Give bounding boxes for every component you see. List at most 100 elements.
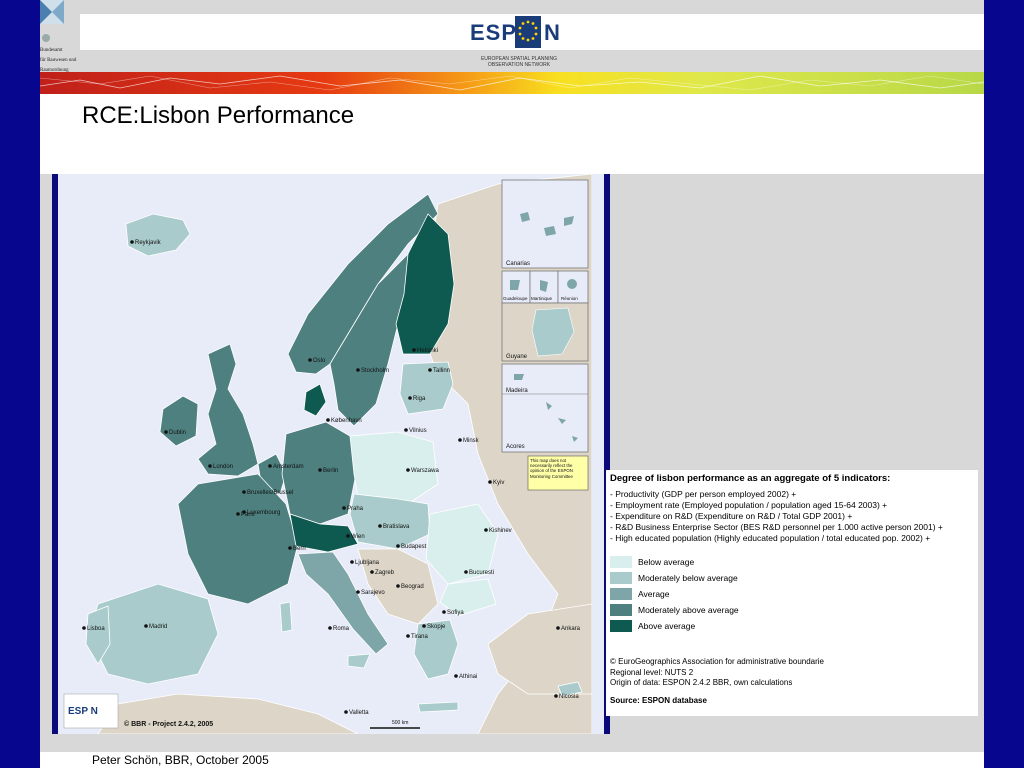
city-marker: København (326, 418, 362, 424)
legend-label-average: Average (638, 589, 670, 599)
legend-label-moderately-below: Moderately below average (638, 573, 738, 583)
map-disclaimer: This map does not necessarily reflect th… (527, 455, 589, 491)
disclaimer-text: This map does not necessarily reflect th… (530, 458, 573, 479)
legend-indicator: - Employment rate (Employed population /… (610, 500, 888, 510)
inset-guyane: Guyane (501, 302, 589, 362)
city-dot (342, 506, 346, 510)
city-label: Roma (333, 626, 350, 632)
city-dot (356, 368, 360, 372)
city-marker: Bucuresti (464, 570, 494, 576)
city-dot (144, 624, 148, 628)
city-marker: Helsinki (412, 348, 438, 354)
city-dot (488, 480, 492, 484)
city-dot (356, 590, 360, 594)
legend-indicator: - Productivity (GDP per person employed … (610, 489, 797, 499)
inset-label-madeira: Madeira (506, 388, 528, 394)
city-label: Kishinev (489, 528, 512, 534)
europe-map-svg: Canarias Guadeloupe Martinique Réunion G… (58, 174, 593, 734)
inset-label-acores: Acores (506, 444, 525, 450)
city-dot (556, 626, 560, 630)
map-logo-text: ESP N (68, 706, 98, 717)
city-dot (346, 534, 350, 538)
city-marker: Reykjavik (130, 240, 162, 246)
city-dot (408, 396, 412, 400)
city-label: Zagreb (375, 570, 395, 576)
city-dot (326, 418, 330, 422)
city-dot (318, 468, 322, 472)
city-label: Praha (347, 506, 364, 512)
city-label: København (331, 418, 362, 424)
city-label: Vilnius (409, 428, 427, 434)
city-label: Helsinki (417, 348, 438, 354)
city-label: Minsk (463, 438, 480, 444)
city-label: Lisboa (87, 626, 105, 632)
city-dot (422, 624, 426, 628)
city-label: Berlin (323, 468, 338, 474)
city-label: Sarajevo (361, 590, 385, 596)
city-label: Tallinn (433, 368, 450, 374)
bbr-name-line: für Bauwesen und (40, 58, 77, 63)
city-label: Budapest (401, 544, 427, 550)
city-label: Skopje (427, 624, 446, 630)
legend-swatch-moderately-below (610, 572, 632, 584)
city-dot (404, 428, 408, 432)
city-marker: Budapest (396, 544, 427, 550)
espon-subtitle-line: OBSERVATION NETWORK (487, 62, 551, 68)
city-dot (242, 510, 246, 514)
city-label: Bern (293, 546, 306, 552)
city-label: Ljubljana (355, 560, 380, 566)
inset-dom: Guadeloupe Martinique Réunion (501, 270, 589, 304)
legend-indicator: - Expenditure on R&D (Expenditure on R&D… (610, 511, 853, 521)
city-label: Ankara (561, 626, 581, 632)
legend-indicator: - High educated population (Highly educa… (610, 533, 931, 543)
inset-label-guadeloupe: Guadeloupe (503, 296, 528, 301)
legend-source: Source: ESPON database (610, 696, 707, 705)
city-label: Wien (351, 534, 365, 540)
city-label: Dublin (169, 430, 186, 436)
city-label: Bratislava (383, 524, 410, 530)
city-label: Stockholm (361, 368, 389, 374)
city-marker: Warszawa (406, 468, 439, 474)
city-dot (308, 358, 312, 362)
city-dot (412, 348, 416, 352)
legend-swatch-moderately-above (610, 604, 632, 616)
legend-note: Origin of data: ESPON 2.4.2 BBR, own cal… (610, 678, 793, 687)
city-marker: Kishinev (484, 528, 512, 534)
city-label: Beograd (401, 584, 424, 590)
city-marker: Stockholm (356, 368, 389, 374)
city-dot (554, 694, 558, 698)
slide: Bundesamt für Bauwesen und Raumordnung E… (40, 0, 984, 768)
map-espon-logo: ESP N (63, 693, 119, 729)
city-dot (344, 710, 348, 714)
inset-label-reunion: Réunion (561, 296, 578, 301)
city-label: Reykjavik (135, 240, 162, 246)
city-label: Bruxelles/Brussel (247, 490, 293, 496)
city-dot (288, 546, 292, 550)
legend-label-above: Above average (638, 621, 696, 631)
legend-label-below: Below average (638, 557, 695, 567)
city-marker: Bruxelles/Brussel (242, 490, 293, 496)
espon-wordmark-right: N (544, 20, 560, 45)
city-label: Athinai (459, 674, 477, 680)
city-marker: Sarajevo (356, 590, 385, 596)
inset-canarias: Canarias (501, 179, 589, 269)
map-legend: Degree of lisbon performance as an aggre… (606, 470, 978, 716)
legend-note: © EuroGeographics Association for admini… (610, 657, 825, 666)
city-dot (208, 464, 212, 468)
city-dot (406, 468, 410, 472)
city-dot (484, 528, 488, 532)
city-label: Luxembourg (247, 510, 280, 516)
city-dot (236, 512, 240, 516)
city-dot (378, 524, 382, 528)
legend-label-moderately-above: Moderately above average (638, 605, 739, 615)
espon-eu-stars-icon (515, 16, 541, 48)
inset-label-guyane: Guyane (506, 354, 528, 360)
city-label: Bucuresti (469, 570, 494, 576)
city-label: Madrid (149, 624, 167, 630)
city-dot (396, 584, 400, 588)
city-dot (464, 570, 468, 574)
city-dot (428, 368, 432, 372)
city-dot (242, 490, 246, 494)
city-label: Warszawa (411, 468, 439, 474)
city-dot (370, 570, 374, 574)
